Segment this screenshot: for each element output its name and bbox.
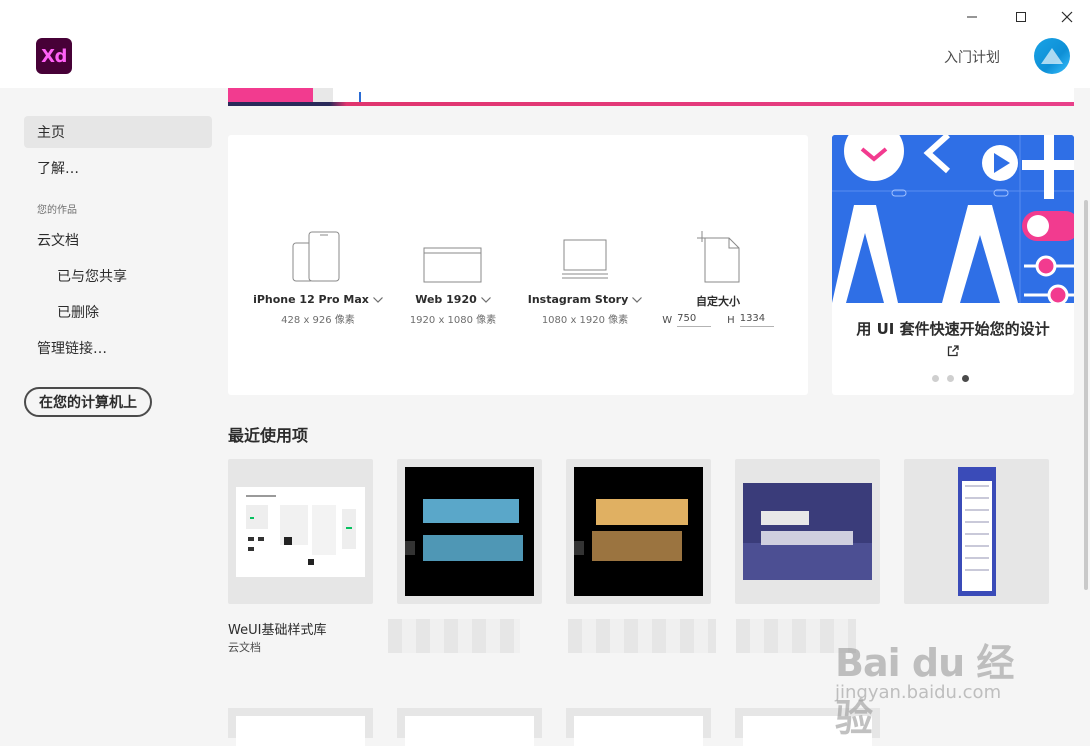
carousel-dot-3[interactable]: [962, 375, 969, 382]
preset-instagram[interactable]: Instagram Story 1080 x 1920 像素: [520, 225, 650, 326]
sidebar-item-label: 管理链接…: [37, 341, 107, 357]
width-field: W: [662, 313, 712, 327]
banner-strip: [228, 88, 1074, 106]
recent-item-thumbnail[interactable]: [566, 459, 711, 604]
user-avatar[interactable]: [1034, 38, 1070, 74]
chevron-down-icon[interactable]: [372, 296, 383, 303]
preset-size: 428 x 926 像素: [281, 315, 355, 326]
sidebar-item-shared[interactable]: 已与您共享: [24, 260, 212, 292]
chevron-down-icon[interactable]: [480, 296, 491, 303]
recent-item-thumbnail[interactable]: [397, 708, 542, 746]
sidebar-item-manage-links[interactable]: 管理链接…: [24, 332, 212, 364]
sidebar-item-label: 云文档: [37, 233, 79, 249]
pixelated-thumbnail: [405, 467, 534, 596]
carousel-dot-2[interactable]: [947, 375, 954, 382]
phone-icon: [292, 231, 340, 282]
xd-logo: Xd: [36, 38, 72, 74]
sidebar-item-label: 已删除: [57, 305, 99, 321]
preset-name: iPhone 12 Pro Max: [253, 293, 369, 306]
width-input[interactable]: [677, 313, 712, 327]
sidebar: 主页 了解… 您的作品 云文档 已与您共享 已删除 管理链接… 在您的计算机上: [0, 88, 228, 729]
long-page-thumbnail: [957, 467, 996, 596]
recent-item-thumbnail[interactable]: [566, 708, 711, 746]
sidebar-item-learn[interactable]: 了解…: [24, 152, 212, 184]
pixelated-thumbnail: [574, 467, 703, 596]
recent-item-thumbnail[interactable]: [397, 459, 542, 604]
height-field: H: [727, 313, 774, 327]
section-label-your-work: 您的作品: [37, 205, 77, 216]
close-icon: [1061, 11, 1073, 23]
recent-item-thumbnail[interactable]: [904, 459, 1049, 604]
minimize-button[interactable]: [962, 8, 982, 26]
recent-item-thumbnail[interactable]: [735, 459, 880, 604]
weui-thumbnail: [236, 486, 365, 577]
promo-caption[interactable]: 用 UI 套件快速开始您的设计: [852, 318, 1054, 362]
recent-item-thumbnail[interactable]: [228, 708, 373, 746]
preset-size: 1920 x 1080 像素: [409, 315, 497, 326]
sidebar-item-home[interactable]: 主页: [24, 116, 212, 148]
baidu-watermark: Bai du 经验 jingyan.baidu.com: [835, 641, 1014, 740]
document-icon: [697, 231, 740, 283]
preset-custom[interactable]: 自定大小 W H: [653, 225, 783, 327]
recent-item-thumbnail[interactable]: [228, 459, 373, 604]
title-bar: Xd 入门计划: [0, 0, 1090, 88]
sidebar-item-label: 了解…: [37, 161, 79, 177]
sidebar-item-deleted[interactable]: 已删除: [24, 296, 212, 328]
sidebar-item-cloud-docs[interactable]: 云文档: [24, 224, 212, 256]
ui-kit-promo-card[interactable]: 用 UI 套件快速开始您的设计: [832, 135, 1074, 395]
preset-name: Web 1920: [415, 293, 477, 306]
scrollbar-thumb[interactable]: [1084, 200, 1088, 590]
chevron-down-icon[interactable]: [632, 296, 643, 303]
browser-icon: [423, 247, 482, 283]
preset-size: 1080 x 1920 像素: [541, 315, 629, 326]
preset-iphone[interactable]: iPhone 12 Pro Max 428 x 926 像素: [253, 225, 383, 326]
maximize-icon: [1016, 12, 1026, 22]
new-document-presets: iPhone 12 Pro Max 428 x 926 像素 Web 1920 …: [228, 135, 808, 395]
external-link-icon: [947, 345, 959, 357]
on-your-computer-button[interactable]: 在您的计算机上: [24, 387, 152, 417]
recent-item-title[interactable]: WeUI基础样式库: [228, 619, 326, 638]
maximize-button[interactable]: [1011, 8, 1031, 26]
ui-kit-illustration: [832, 135, 1074, 303]
sidebar-item-label: 主页: [37, 125, 65, 141]
recent-item-location: 云文档: [228, 641, 261, 654]
preset-name: 自定大小: [696, 295, 740, 308]
close-button[interactable]: [1057, 8, 1077, 26]
height-input[interactable]: [739, 313, 774, 327]
learn-plan-link[interactable]: 入门计划: [944, 47, 1000, 67]
recent-items-heading: 最近使用项: [228, 426, 309, 445]
obscured-title: [388, 619, 520, 653]
preset-web[interactable]: Web 1920 1920 x 1080 像素: [388, 225, 518, 326]
carousel-dot-1[interactable]: [932, 375, 939, 382]
monitor-icon: [562, 239, 608, 279]
minimize-icon: [967, 16, 977, 18]
pixelated-thumbnail: [743, 483, 872, 580]
sidebar-item-label: 已与您共享: [57, 269, 127, 285]
preset-name: Instagram Story: [527, 293, 629, 306]
carousel-dots: [932, 375, 969, 382]
obscured-title: [568, 619, 716, 653]
